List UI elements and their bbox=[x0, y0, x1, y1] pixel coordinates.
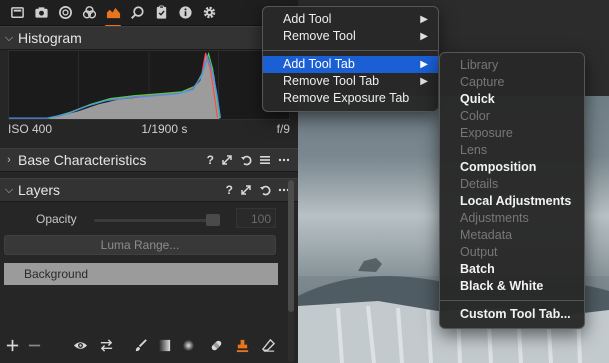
menu-item-remove-tool[interactable]: Remove Tool ▶ bbox=[263, 28, 438, 45]
menu-item-remove-exposure-tab-label: Remove Exposure Tab bbox=[283, 91, 410, 105]
eraser-icon[interactable] bbox=[258, 334, 278, 356]
help-icon[interactable]: ? bbox=[226, 183, 233, 197]
library-icon[interactable] bbox=[5, 2, 29, 24]
presets-icon[interactable] bbox=[259, 154, 271, 166]
menu-item-remove-tool-label: Remove Tool bbox=[283, 29, 356, 43]
lens-icon[interactable] bbox=[53, 2, 77, 24]
submenu-item-metadata: Metadata bbox=[460, 228, 513, 242]
reset-icon[interactable] bbox=[240, 154, 252, 166]
menu-item-add-tool-tab[interactable]: Add Tool Tab ▶ bbox=[263, 56, 438, 73]
opacity-value-field[interactable]: 100 bbox=[236, 208, 276, 228]
heal-icon[interactable] bbox=[206, 334, 226, 356]
submenu-item-lens: Lens bbox=[460, 143, 488, 157]
submenu-item-library: Library bbox=[460, 58, 499, 72]
color-icon[interactable] bbox=[77, 2, 101, 24]
menu-separator bbox=[263, 50, 438, 51]
help-icon[interactable]: ? bbox=[207, 153, 214, 167]
submenu-arrow-icon: ▶ bbox=[420, 31, 428, 42]
submenu-item-composition[interactable]: Composition bbox=[440, 159, 584, 176]
brush-icon[interactable] bbox=[130, 334, 150, 356]
exif-info-row: ISO 400 1/1900 s f/9 bbox=[8, 122, 290, 136]
histogram-graph bbox=[8, 50, 290, 120]
menu-item-remove-tool-tab-label: Remove Tool Tab bbox=[283, 74, 380, 88]
add-layer-icon[interactable] bbox=[2, 334, 22, 356]
submenu-item-capture: Capture bbox=[460, 75, 505, 89]
linear-gradient-icon[interactable] bbox=[154, 334, 174, 356]
chevron-down-icon[interactable]: ⌵ bbox=[0, 184, 18, 197]
opacity-slider-knob[interactable] bbox=[206, 214, 220, 226]
clone-stamp-icon[interactable] bbox=[232, 334, 252, 356]
submenu-arrow-icon: ▶ bbox=[420, 59, 428, 70]
layers-header[interactable]: ⌵ Layers ? bbox=[0, 178, 298, 202]
opacity-label: Opacity bbox=[36, 212, 77, 226]
visibility-icon[interactable] bbox=[70, 334, 90, 356]
layers-tools: ? bbox=[226, 183, 290, 197]
submenu-item-details: Details bbox=[460, 177, 499, 191]
add-tool-tab-submenu: Library Capture Quick Color Exposure Len… bbox=[439, 52, 585, 329]
histogram-header[interactable]: ⌵ Histogram bbox=[0, 26, 298, 50]
metadata-icon[interactable] bbox=[149, 2, 173, 24]
menu-item-remove-exposure-tab[interactable]: Remove Exposure Tab bbox=[263, 90, 438, 107]
chevron-down-icon[interactable]: ⌵ bbox=[0, 32, 18, 45]
histogram-title: Histogram bbox=[18, 30, 82, 46]
submenu-arrow-icon: ▶ bbox=[420, 76, 428, 87]
submenu-item-adjustments: Adjustments bbox=[460, 211, 529, 225]
menu-item-add-tool-tab-label: Add Tool Tab bbox=[283, 57, 355, 71]
menu-item-remove-tool-tab[interactable]: Remove Tool Tab ▶ bbox=[263, 73, 438, 90]
submenu-item-output: Output bbox=[460, 245, 498, 259]
layers-title: Layers bbox=[18, 182, 61, 198]
luma-range-button[interactable]: Luma Range... bbox=[4, 235, 276, 255]
panel-scrollbar[interactable] bbox=[288, 180, 294, 362]
shutter-value: 1/1900 s bbox=[141, 122, 188, 136]
scrollbar-thumb[interactable] bbox=[288, 180, 294, 312]
radial-gradient-icon[interactable] bbox=[178, 334, 198, 356]
chevron-right-icon[interactable]: › bbox=[0, 154, 18, 166]
tool-panel: ⌵ Histogram ISO 400 1/1900 s f/9 › Base … bbox=[0, 0, 298, 363]
submenu-item-exposure: Exposure bbox=[460, 126, 513, 140]
submenu-item-local-adjustments[interactable]: Local Adjustments bbox=[440, 193, 584, 210]
iso-value: ISO 400 bbox=[8, 122, 53, 136]
menu-separator bbox=[440, 300, 584, 301]
swap-layers-icon[interactable] bbox=[96, 334, 116, 356]
remove-layer-icon[interactable] bbox=[24, 334, 44, 356]
submenu-item-batch[interactable]: Batch bbox=[440, 261, 584, 278]
settings-icon[interactable] bbox=[197, 2, 221, 24]
background-layer-row[interactable]: Background bbox=[4, 263, 278, 285]
reset-icon[interactable] bbox=[259, 184, 271, 196]
menu-item-add-tool-label: Add Tool bbox=[283, 12, 332, 26]
tool-context-menu: Add Tool ▶ Remove Tool ▶ Add Tool Tab ▶ … bbox=[262, 6, 439, 112]
aperture-value: f/9 bbox=[276, 122, 290, 136]
opacity-slider[interactable] bbox=[94, 219, 218, 222]
submenu-item-custom-tool-tab[interactable]: Custom Tool Tab... bbox=[440, 306, 584, 323]
expand-icon[interactable] bbox=[221, 154, 233, 166]
layer-toolbar bbox=[0, 334, 288, 358]
info-icon[interactable] bbox=[173, 2, 197, 24]
base-characteristics-tools: ? bbox=[207, 153, 290, 167]
base-characteristics-header[interactable]: › Base Characteristics ? bbox=[0, 148, 298, 172]
menu-item-add-tool[interactable]: Add Tool ▶ bbox=[263, 11, 438, 28]
submenu-arrow-icon: ▶ bbox=[420, 14, 428, 25]
adjustments-icon[interactable] bbox=[101, 2, 125, 27]
submenu-item-black-white[interactable]: Black & White bbox=[440, 278, 584, 295]
submenu-item-quick[interactable]: Quick bbox=[440, 91, 584, 108]
submenu-item-color: Color bbox=[460, 109, 490, 123]
expand-icon[interactable] bbox=[240, 184, 252, 196]
capture-icon[interactable] bbox=[29, 2, 53, 24]
details-icon[interactable] bbox=[125, 2, 149, 24]
more-icon[interactable] bbox=[278, 154, 290, 166]
tool-tab-bar bbox=[0, 0, 298, 27]
base-characteristics-title: Base Characteristics bbox=[18, 152, 147, 168]
